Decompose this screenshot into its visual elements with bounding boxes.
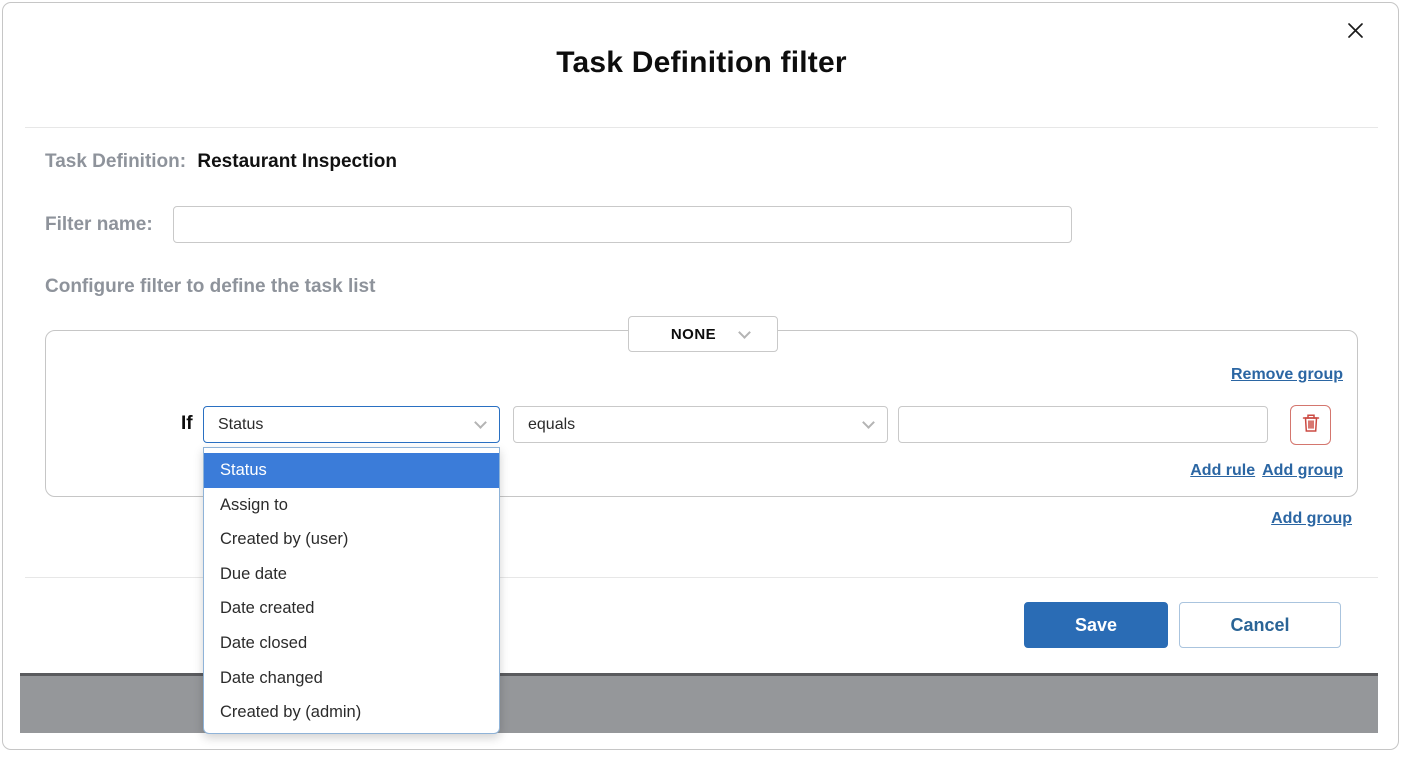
field-dropdown-panel: StatusAssign toCreated by (user)Due date… — [203, 447, 500, 734]
dialog-title: Task Definition filter — [0, 46, 1403, 80]
field-option-created-by-admin[interactable]: Created by (admin) — [204, 695, 499, 730]
field-option-status[interactable]: Status — [204, 453, 499, 488]
chevron-down-icon — [474, 416, 487, 429]
header-divider — [25, 127, 1378, 128]
delete-rule-button[interactable] — [1290, 405, 1331, 445]
task-definition-row: Task Definition: Restaurant Inspection — [45, 151, 397, 173]
group-combinator-select[interactable]: NONE — [628, 316, 778, 352]
group-combinator-value: NONE — [671, 326, 716, 343]
field-option-date-created[interactable]: Date created — [204, 591, 499, 626]
add-rule-link[interactable]: Add rule — [1190, 462, 1255, 480]
configure-hint: Configure filter to define the task list — [45, 276, 375, 298]
add-group-link[interactable]: Add group — [1262, 462, 1343, 480]
filter-name-input[interactable] — [173, 206, 1072, 243]
rule-value-input[interactable] — [898, 406, 1268, 443]
rule-operator-value: equals — [528, 416, 864, 434]
field-option-created-by-user[interactable]: Created by (user) — [204, 522, 499, 557]
rule-field-value: Status — [218, 416, 476, 434]
trash-icon — [1299, 411, 1323, 440]
close-button[interactable] — [1340, 18, 1370, 48]
remove-group-link[interactable]: Remove group — [1231, 366, 1343, 384]
outer-add-group-link[interactable]: Add group — [1271, 510, 1352, 528]
close-icon — [1347, 22, 1364, 44]
task-definition-filter-dialog: Task Definition filter Task Definition: … — [0, 0, 1403, 761]
filter-name-label: Filter name: — [45, 214, 153, 236]
rule-operator-select[interactable]: equals — [513, 406, 888, 443]
rule-links: Add rule Add group — [1190, 462, 1343, 480]
field-option-assign-to[interactable]: Assign to — [204, 488, 499, 523]
field-option-date-changed[interactable]: Date changed — [204, 661, 499, 696]
field-option-due-date[interactable]: Due date — [204, 557, 499, 592]
cancel-button[interactable]: Cancel — [1179, 602, 1341, 648]
task-definition-label: Task Definition: — [45, 151, 186, 172]
field-option-date-closed[interactable]: Date closed — [204, 626, 499, 661]
rule-if-label: If — [181, 413, 193, 435]
rule-field-select[interactable]: Status — [203, 406, 500, 443]
chevron-down-icon — [738, 326, 751, 339]
task-definition-value: Restaurant Inspection — [197, 151, 397, 172]
chevron-down-icon — [862, 416, 875, 429]
save-button[interactable]: Save — [1024, 602, 1168, 648]
